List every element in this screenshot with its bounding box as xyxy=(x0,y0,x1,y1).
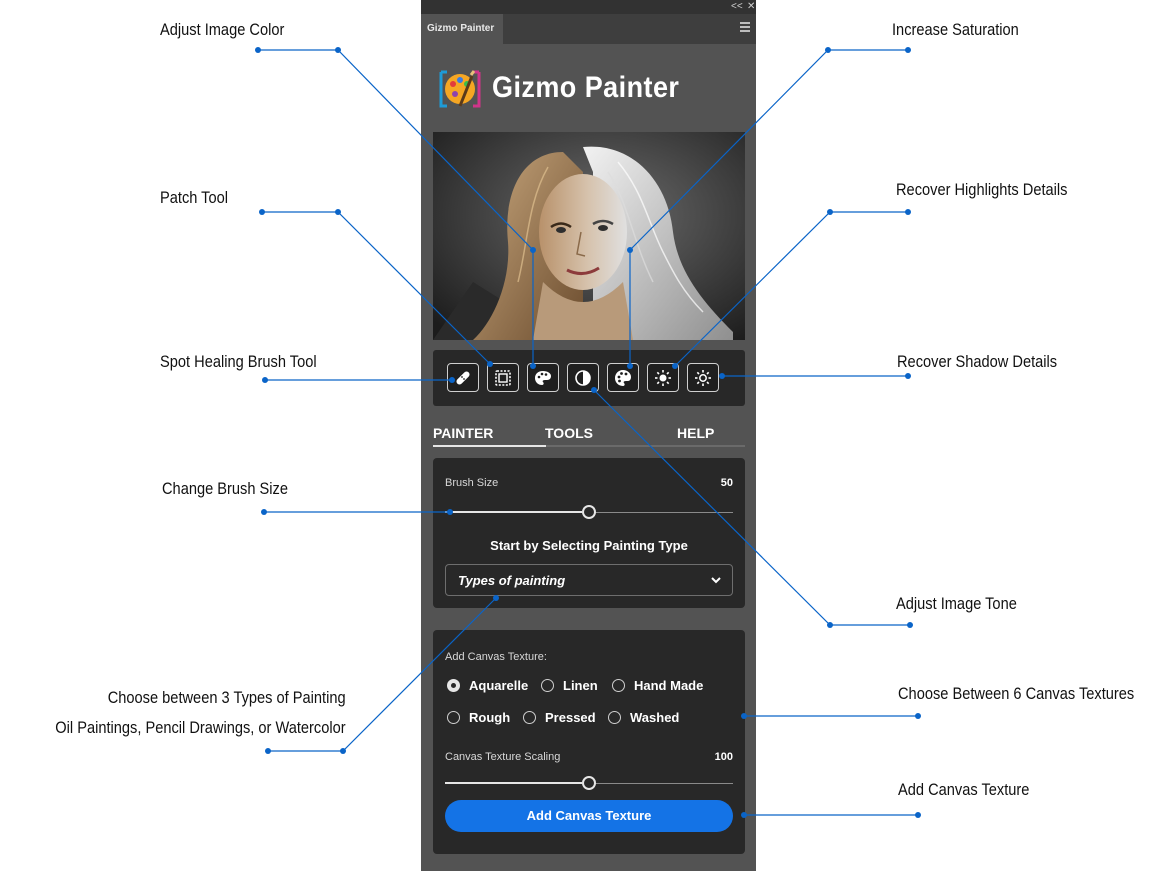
callout-lines xyxy=(255,47,921,818)
callout-painting-types-line1: Choose between 3 Types of Painting xyxy=(108,688,346,707)
callout-textures: Choose Between 6 Canvas Textures xyxy=(898,684,1135,703)
callout-patch-tool: Patch Tool xyxy=(160,188,229,207)
callout-shadows: Recover Shadow Details xyxy=(897,352,1058,371)
callout-add-texture: Add Canvas Texture xyxy=(898,780,1030,799)
callout-line-saturation xyxy=(629,49,908,366)
callout-line-tone xyxy=(593,389,910,626)
callout-line-adjust-color xyxy=(258,49,534,366)
callout-line-patch-tool xyxy=(262,211,491,365)
callout-line-highlights xyxy=(674,211,908,367)
callout-highlights: Recover Highlights Details xyxy=(896,180,1068,199)
callout-painting-types-line2: Oil Paintings, Pencil Drawings, or Water… xyxy=(55,718,346,737)
callout-adjust-color: Adjust Image Color xyxy=(160,20,285,39)
callout-tone: Adjust Image Tone xyxy=(896,594,1017,613)
callout-brush-size: Change Brush Size xyxy=(162,479,288,498)
callout-spot-healing: Spot Healing Brush Tool xyxy=(160,352,317,371)
callout-saturation: Increase Saturation xyxy=(892,20,1019,39)
